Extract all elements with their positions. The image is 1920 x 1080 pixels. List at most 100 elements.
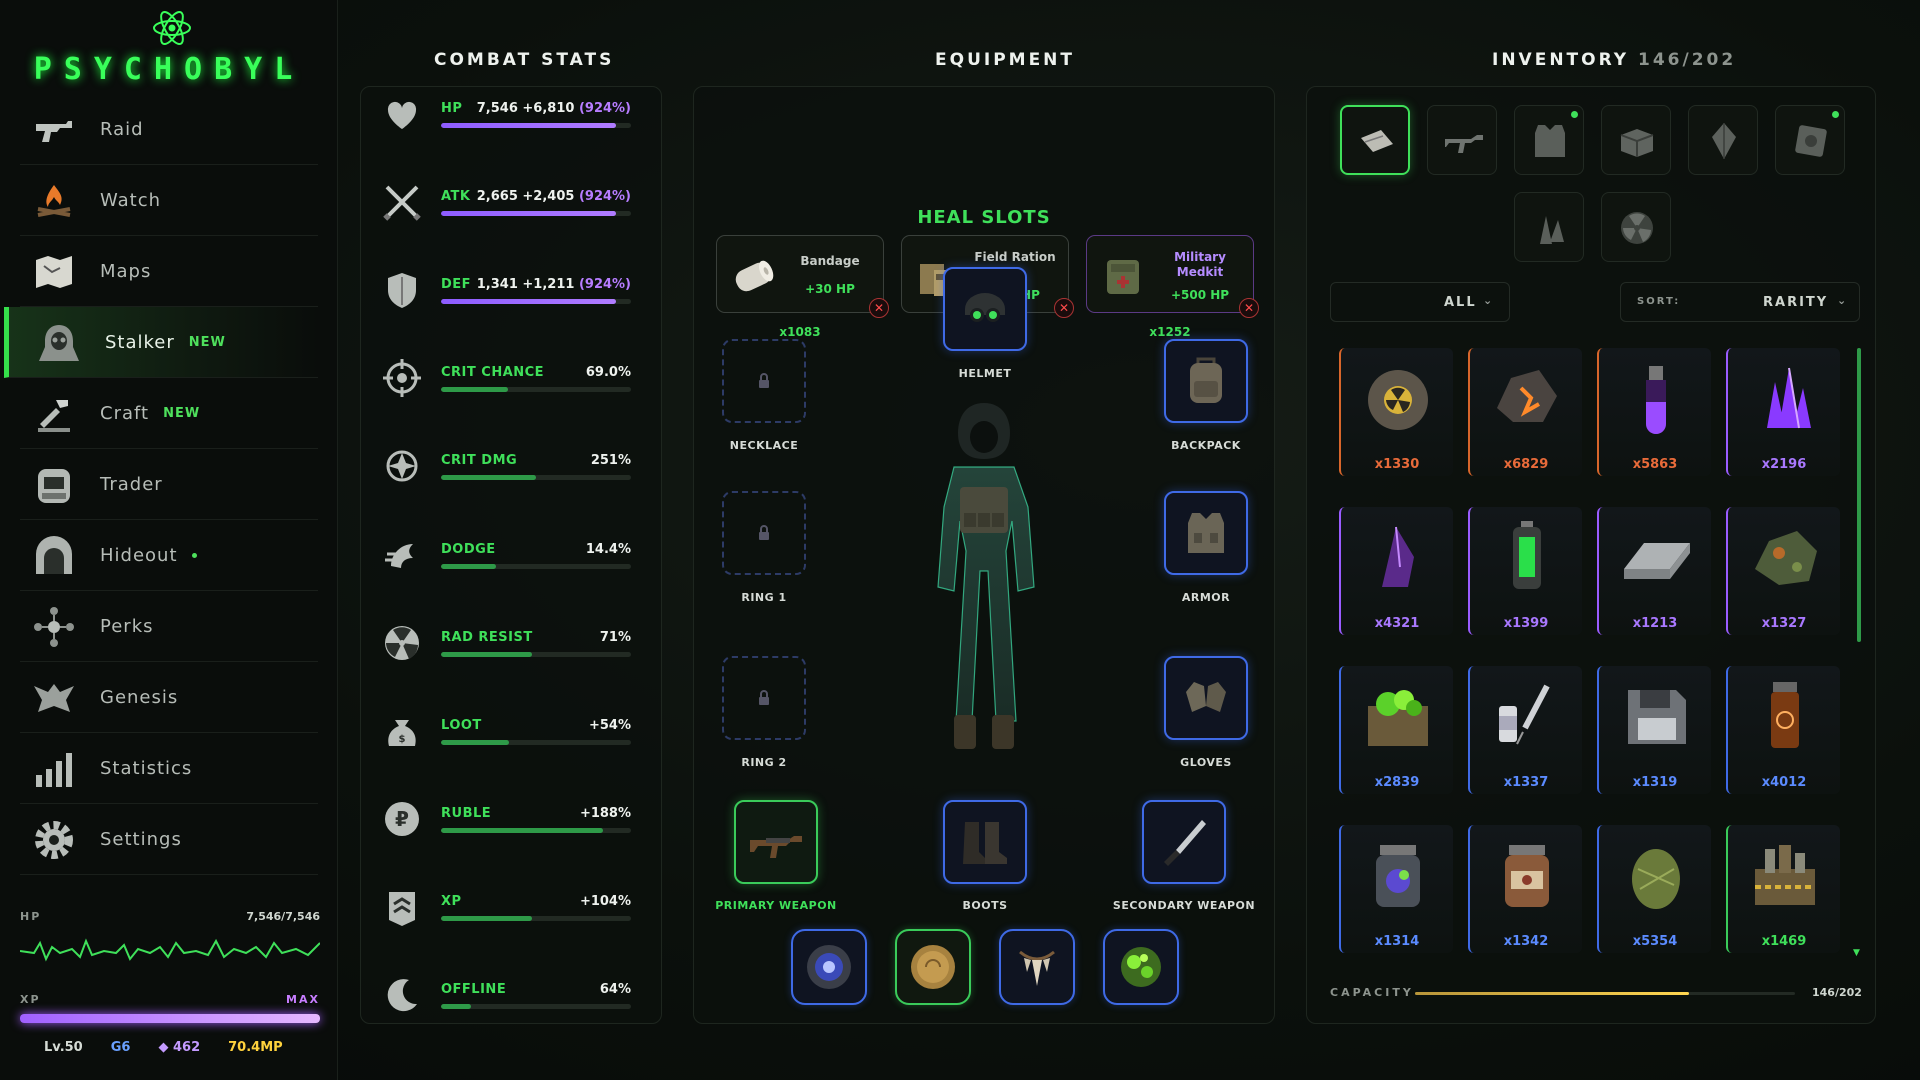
xp-label: XP (20, 993, 41, 1006)
nav-item-hideout[interactable]: Hideout (20, 520, 318, 591)
armor-slot[interactable] (1164, 491, 1248, 575)
nav-item-perks[interactable]: Perks (20, 591, 318, 662)
secondary-weapon-slot[interactable] (1142, 800, 1226, 884)
necklace-label: NECKLACE (729, 439, 799, 452)
tab-documents[interactable] (1340, 105, 1410, 175)
primary-weapon-slot[interactable] (734, 800, 818, 884)
stat-row-offline: OFFLINE 64% (381, 974, 651, 1034)
tab-shards[interactable] (1514, 192, 1584, 262)
filter-dropdown[interactable]: ALL ⌄ (1330, 282, 1510, 322)
stat-value-text: +188% (579, 806, 631, 821)
ring-2-slot[interactable] (722, 656, 806, 740)
nav-label: Craft (100, 402, 150, 424)
inventory-item[interactable]: x1469 (1726, 825, 1840, 953)
nav-item-trader[interactable]: Trader (20, 449, 318, 520)
heal-slot-bandage[interactable]: Bandage +30 HP ✕ (716, 235, 889, 318)
inventory-scrollbar[interactable] (1857, 348, 1861, 642)
nav-item-stalker[interactable]: Stalker NEW (4, 307, 318, 378)
scroll-down-icon[interactable]: ▼ (1853, 948, 1860, 958)
stat-name: CRIT DMG (441, 453, 518, 468)
xp-bar (20, 1014, 320, 1023)
tab-containers[interactable] (1601, 105, 1671, 175)
stat-row-crit-dmg: CRIT DMG 251% (381, 445, 651, 505)
stat-bar (441, 916, 631, 921)
stat-value: +54% (589, 718, 631, 733)
item-quantity: x4321 (1374, 616, 1420, 631)
inventory-item[interactable]: x1319 (1597, 666, 1711, 794)
nav-item-watch[interactable]: Watch (20, 165, 318, 236)
tab-radioactive[interactable] (1601, 192, 1671, 262)
inventory-item[interactable]: x1327 (1726, 507, 1840, 635)
atom-icon (153, 11, 191, 45)
tab-maps[interactable] (1775, 105, 1845, 175)
helmet-slot[interactable] (943, 267, 1027, 351)
shield-icon (388, 273, 416, 308)
nav-item-genesis[interactable]: Genesis (20, 662, 318, 733)
stat-name: ATK (441, 189, 471, 204)
nav-item-raid[interactable]: Raid (20, 94, 318, 165)
boots-slot[interactable] (943, 800, 1027, 884)
floppy-disk-icon (1628, 690, 1686, 744)
nav-item-craft[interactable]: Craft NEW (20, 378, 318, 449)
item-quantity: x1327 (1761, 616, 1807, 631)
inventory-item[interactable]: x1314 (1339, 825, 1453, 953)
tab-crystals[interactable] (1688, 105, 1758, 175)
stat-bar-fill (441, 299, 616, 304)
craft-icon (38, 400, 70, 432)
heal-slot-military-medkit[interactable]: Military Medkit +500 HP ✕ (1086, 235, 1259, 318)
player-vitals: HP 7,546/7,546 XP MAX (19, 910, 321, 1023)
player-rank: G6 (110, 1040, 131, 1055)
remove-icon[interactable]: ✕ (869, 298, 889, 318)
item-quantity: x2839 (1374, 775, 1420, 790)
inventory-item[interactable]: x2196 (1726, 348, 1840, 476)
tab-armor[interactable] (1514, 105, 1584, 175)
gloves-label: GLOVES (1180, 756, 1232, 769)
equipment-panel: HEAL SLOTS Bandage +30 HP ✕ x1083 Field … (693, 86, 1275, 1024)
nav-label: Stalker (105, 331, 175, 353)
battery-cell-icon (1513, 521, 1541, 589)
inventory-item[interactable]: x1337 (1468, 666, 1582, 794)
new-badge: NEW (163, 405, 201, 421)
remove-icon[interactable]: ✕ (1054, 298, 1074, 318)
accessory-slot-artifact[interactable] (1103, 929, 1179, 1005)
tab-weapons[interactable] (1427, 105, 1497, 175)
heal-name: Military Medkit (1174, 250, 1226, 279)
stat-bar-fill (441, 740, 510, 745)
inventory-item[interactable]: x1330 (1339, 348, 1453, 476)
shards-icon (1540, 216, 1564, 244)
accessory-slot-coin[interactable] (895, 929, 971, 1005)
remove-icon[interactable]: ✕ (1239, 298, 1259, 318)
gold-coin-icon (911, 945, 955, 989)
stat-row-xp: XP +104% (381, 886, 651, 946)
accessory-slot-orb[interactable] (791, 929, 867, 1005)
capacity-bar (1415, 992, 1795, 995)
inventory-item[interactable]: x1213 (1597, 507, 1711, 635)
nav-item-statistics[interactable]: Statistics (20, 733, 318, 804)
nav-item-maps[interactable]: Maps (20, 236, 318, 307)
accessory-slot-fang[interactable] (999, 929, 1075, 1005)
heal-qty: x1083 (779, 325, 821, 339)
stat-value-text: +54% (588, 718, 631, 733)
stat-row-loot: $ LOOT +54% (381, 710, 651, 770)
sort-dropdown[interactable]: SORT: RARITY ⌄ (1620, 282, 1860, 322)
inventory-item[interactable]: x5863 (1597, 348, 1711, 476)
purple-shard-icon (1382, 526, 1414, 587)
nav-item-settings[interactable]: Settings (20, 804, 318, 875)
stat-bar (441, 564, 631, 569)
inventory-item[interactable]: x1399 (1468, 507, 1582, 635)
necklace-slot[interactable] (722, 339, 806, 423)
stalker-character-model (937, 403, 1035, 749)
backpack-slot[interactable] (1164, 339, 1248, 423)
stat-bar-fill (441, 475, 536, 480)
inventory-item[interactable]: x1342 (1468, 825, 1582, 953)
ring-1-slot[interactable] (722, 491, 806, 575)
stat-value-text: 14.4% (585, 542, 631, 557)
inventory-item[interactable]: x2839 (1339, 666, 1453, 794)
inventory-item[interactable]: x5354 (1597, 825, 1711, 953)
gloves-slot[interactable] (1164, 656, 1248, 740)
inventory-item[interactable]: x6829 (1468, 348, 1582, 476)
stat-row-crit-chance: CRIT CHANCE 69.0% (381, 357, 651, 417)
inventory-item[interactable]: x4012 (1726, 666, 1840, 794)
inventory-item[interactable]: x4321 (1339, 507, 1453, 635)
notification-dot (1832, 111, 1839, 118)
